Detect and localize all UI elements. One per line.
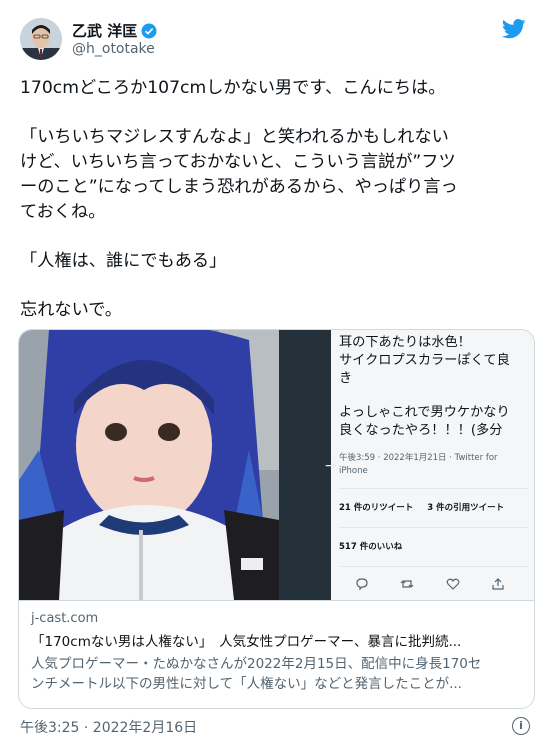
arrow-icon: → (325, 458, 337, 474)
tweet-container: 乙武 洋匡 @h_ototake 170cmどころか107cmしかない男です、こ… (0, 0, 548, 747)
embedded-actions (339, 577, 529, 597)
embedded-time: 午後3:59 · 2022年1月21日 · Twitter for (339, 453, 498, 463)
embedded-line: 良くなったやろ！！！(多分 (339, 423, 503, 438)
verified-badge-icon (141, 23, 157, 39)
quote-count: 3 件の引用ツイート (427, 503, 505, 513)
embedded-line: サイクロプスカラーぽくて良 (339, 353, 510, 368)
card-description-line: 人気プロゲーマー・たぬかなさんが2022年2月15日、配信中に身長170セ (31, 656, 482, 672)
card-description: 人気プロゲーマー・たぬかなさんが2022年2月15日、配信中に身長170セ ンチ… (31, 654, 521, 694)
embedded-likes-row: 517 件のいいね (339, 538, 529, 556)
card-meta[interactable]: j-cast.com 「170cmない男は人権ない」 人気女性プロゲーマー、暴言… (19, 600, 534, 708)
tweet-line: 170cmどころか107cmしかない男です、こんにちは。 (20, 78, 446, 98)
embedded-stats: 21 件のリツイート 3 件の引用ツイート (339, 499, 529, 517)
share-icon (491, 577, 505, 597)
embedded-line: よっしゃこれで男ウケかなり (339, 405, 510, 420)
card-domain: j-cast.com (31, 611, 99, 626)
author-name[interactable]: 乙武 洋匡 (72, 20, 137, 41)
tweet-line: ておくね。 (20, 202, 106, 222)
like-count: 517 件のいいね (339, 542, 403, 552)
embedded-meta: 午後3:59 · 2022年1月21日 · Twitter for iPhone (339, 452, 529, 478)
retweet-count: 21 件のリツイート (339, 503, 414, 513)
author-handle[interactable]: @h_ototake (72, 41, 155, 57)
author-avatar[interactable] (20, 18, 62, 60)
link-card[interactable]: → 耳の下あたりは水色！ サイクロプスカラーぽくて良 き よっしゃこれで男ウケか… (18, 329, 535, 709)
like-icon (446, 577, 460, 597)
card-description-line: ンチメートル以下の男性に対して「人権ない」などと発言したことが... (31, 676, 462, 692)
reply-icon (355, 577, 369, 597)
embedded-line: 耳の下あたりは水色！ (339, 335, 471, 350)
card-title: 「170cmない男は人権ない」 人気女性プロゲーマー、暴言に批判続... (31, 634, 462, 650)
embedded-tweet: 耳の下あたりは水色！ サイクロプスカラーぽくて良 き よっしゃこれで男ウケかなり… (339, 334, 529, 597)
tweet-line: 「人権は、誰にでもある」 (20, 251, 227, 271)
tweet-timestamp[interactable]: 午後3:25 · 2022年2月16日 (20, 717, 197, 737)
tweet-text: 170cmどころか107cmしかない男です、こんにちは。 「いちいちマジレスすん… (20, 76, 530, 323)
dark-panel (279, 330, 331, 600)
tweet-line: けど、いちいち言っておかないと、こういう言説が”フツ (20, 152, 456, 172)
card-image[interactable]: → 耳の下あたりは水色！ サイクロプスカラーぽくて良 き よっしゃこれで男ウケか… (19, 330, 534, 600)
embedded-line: き (339, 371, 353, 386)
tweet-line: ーのこと”になってしまう恐れがあるから、やっぱり言っ (20, 177, 458, 197)
tweet-line: 忘れないで。 (20, 300, 122, 320)
twitter-bird-icon[interactable] (501, 18, 526, 40)
retweet-icon (400, 577, 414, 597)
tweet-line: 「いちいちマジレスすんなよ」と笑われるかもしれない (20, 127, 449, 147)
embedded-source: iPhone (339, 466, 368, 476)
author-name-row[interactable]: 乙武 洋匡 (72, 20, 157, 41)
info-icon[interactable]: i (512, 717, 530, 735)
